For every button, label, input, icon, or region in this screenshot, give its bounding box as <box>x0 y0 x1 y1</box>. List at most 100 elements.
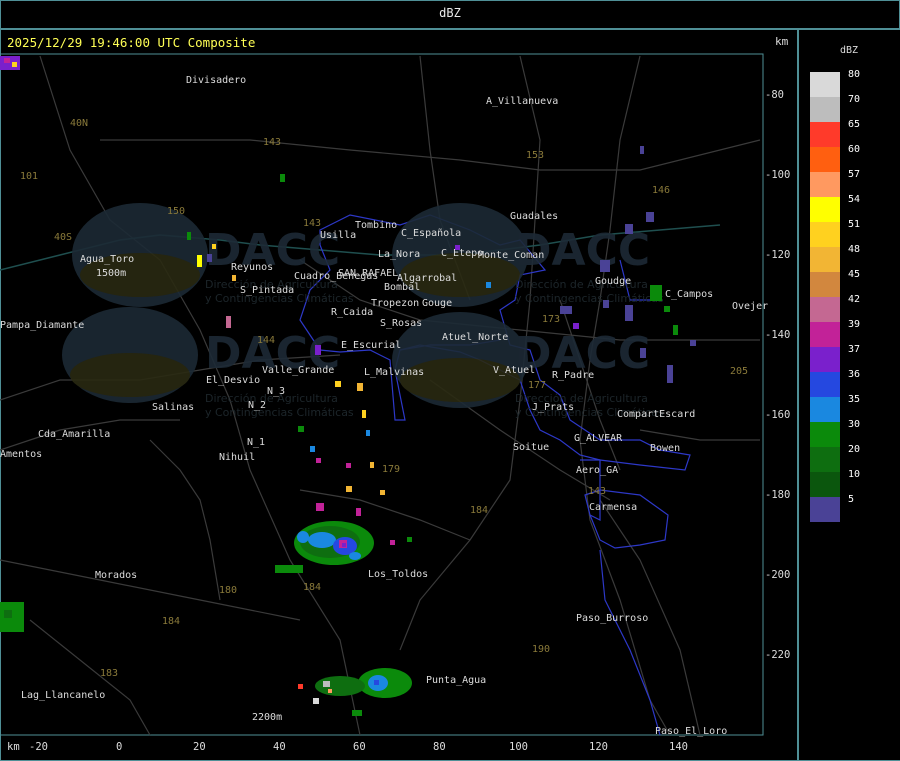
echo-cell <box>560 306 572 314</box>
place-label: C_Española <box>401 228 461 239</box>
x-tick: 120 <box>589 741 608 753</box>
echo-cell <box>226 316 231 328</box>
x-tick: 140 <box>669 741 688 753</box>
x-tick: 60 <box>353 741 366 753</box>
y-tick: -200 <box>765 569 791 581</box>
place-label: Ovejer <box>732 301 768 312</box>
echo-cell <box>313 698 319 704</box>
echo-cell <box>187 232 191 240</box>
echo-cell <box>573 323 579 329</box>
place-label: Punta_Agua <box>426 675 486 686</box>
place-label: S_Rosas <box>380 318 422 329</box>
place-label: Pampa_Diamante <box>0 320 84 331</box>
radar-map[interactable]: DACC DACC DACC DACC Dirección de Agricul… <box>0 0 900 761</box>
echo-cell <box>232 275 236 281</box>
y-tick: -80 <box>765 89 784 101</box>
road-label: 179 <box>382 464 400 475</box>
legend-label: 5 <box>848 494 855 505</box>
legend-swatch <box>810 447 840 472</box>
place-label: Monte_Coman <box>478 250 544 261</box>
place-label: Divisadero <box>186 75 246 86</box>
legend-swatch <box>810 222 840 247</box>
place-label: N_3 <box>267 386 285 397</box>
place-label: L_Malvinas <box>364 367 424 378</box>
echo-cell <box>625 224 633 234</box>
elevation-label: 1500m <box>96 268 126 279</box>
echo-cell <box>380 490 385 495</box>
legend-swatch <box>810 297 840 322</box>
echo-cell <box>12 62 17 67</box>
place-label: Carmensa <box>589 502 637 513</box>
y-axis-unit: km <box>775 35 789 48</box>
legend-swatch <box>810 122 840 147</box>
echo-cell <box>370 462 374 468</box>
road-label: 150 <box>167 206 185 217</box>
legend-swatch <box>810 497 840 522</box>
echo-cell <box>407 537 412 542</box>
legend-label: 45 <box>848 269 861 280</box>
legend-swatch <box>810 397 840 422</box>
legend-swatch <box>810 472 840 497</box>
place-label: S_Pintada <box>240 285 294 296</box>
road-label: 101 <box>20 171 38 182</box>
place-label: Valle_Grande <box>262 365 334 376</box>
echo-cell <box>646 212 654 222</box>
road-label: 144 <box>257 335 275 346</box>
echo-cell <box>4 610 12 618</box>
place-label: Bowen <box>650 443 680 454</box>
road-label: 143 <box>263 137 281 148</box>
road-label: 153 <box>526 150 544 161</box>
legend-label: 10 <box>848 469 861 480</box>
place-label: Soitue <box>513 442 549 453</box>
place-label: A_Villanueva <box>486 96 558 107</box>
x-axis-unit: km <box>7 741 20 753</box>
place-label: SAN_RAFAEL <box>338 268 398 279</box>
legend-label: 36 <box>848 369 861 380</box>
place-label: E_Escurial <box>341 340 401 351</box>
echo-cell <box>667 365 673 383</box>
x-tick: 40 <box>273 741 286 753</box>
echo-cell <box>346 463 351 468</box>
legend-swatch <box>810 147 840 172</box>
road-label: 143 <box>303 218 321 229</box>
road-label: 190 <box>532 644 550 655</box>
y-tick: -120 <box>765 249 791 261</box>
echo-cell <box>308 532 336 548</box>
legend-swatch <box>810 97 840 122</box>
road-label: 183 <box>100 668 118 679</box>
echo-cell <box>690 340 696 346</box>
legend-title: dBZ <box>840 45 859 56</box>
x-tick: 100 <box>509 741 528 753</box>
road-label: 40N <box>70 118 88 129</box>
place-label: Tropezon <box>371 298 419 309</box>
legend-label: 65 <box>848 119 861 130</box>
echo-cell <box>640 146 644 154</box>
echo-cell <box>640 348 646 358</box>
place-label: Cda_Amarilla <box>38 429 110 440</box>
place-label: Los_Toldos <box>368 569 428 580</box>
legend-label: 35 <box>848 394 861 405</box>
place-label: Aero_GA <box>576 465 618 476</box>
legend-swatch <box>810 272 840 297</box>
legend-swatch <box>810 347 840 372</box>
echo-cell <box>362 410 366 418</box>
watermark-line2-3: y Contingencias Climáticas <box>205 406 354 419</box>
road-label: 173 <box>542 314 560 325</box>
y-tick: -100 <box>765 169 791 181</box>
echo-cell <box>374 680 379 685</box>
road-label: 146 <box>652 185 670 196</box>
place-label: Salinas <box>152 402 194 413</box>
place-label: La_Nora <box>378 249 420 260</box>
x-tick: 20 <box>193 741 206 753</box>
y-tick: -220 <box>765 649 791 661</box>
place-label: Paso_Burroso <box>576 613 648 624</box>
legend-swatch <box>810 372 840 397</box>
legend-label: 51 <box>848 219 861 230</box>
place-label: V_Atuel <box>493 365 535 376</box>
road-label: 180 <box>219 585 237 596</box>
echo-cell <box>297 531 309 543</box>
place-label: Goudge <box>595 276 631 287</box>
legend-label: 54 <box>848 194 861 205</box>
echo-cell <box>298 426 304 432</box>
timestamp-label: 2025/12/29 19:46:00 UTC Composite <box>7 35 256 50</box>
